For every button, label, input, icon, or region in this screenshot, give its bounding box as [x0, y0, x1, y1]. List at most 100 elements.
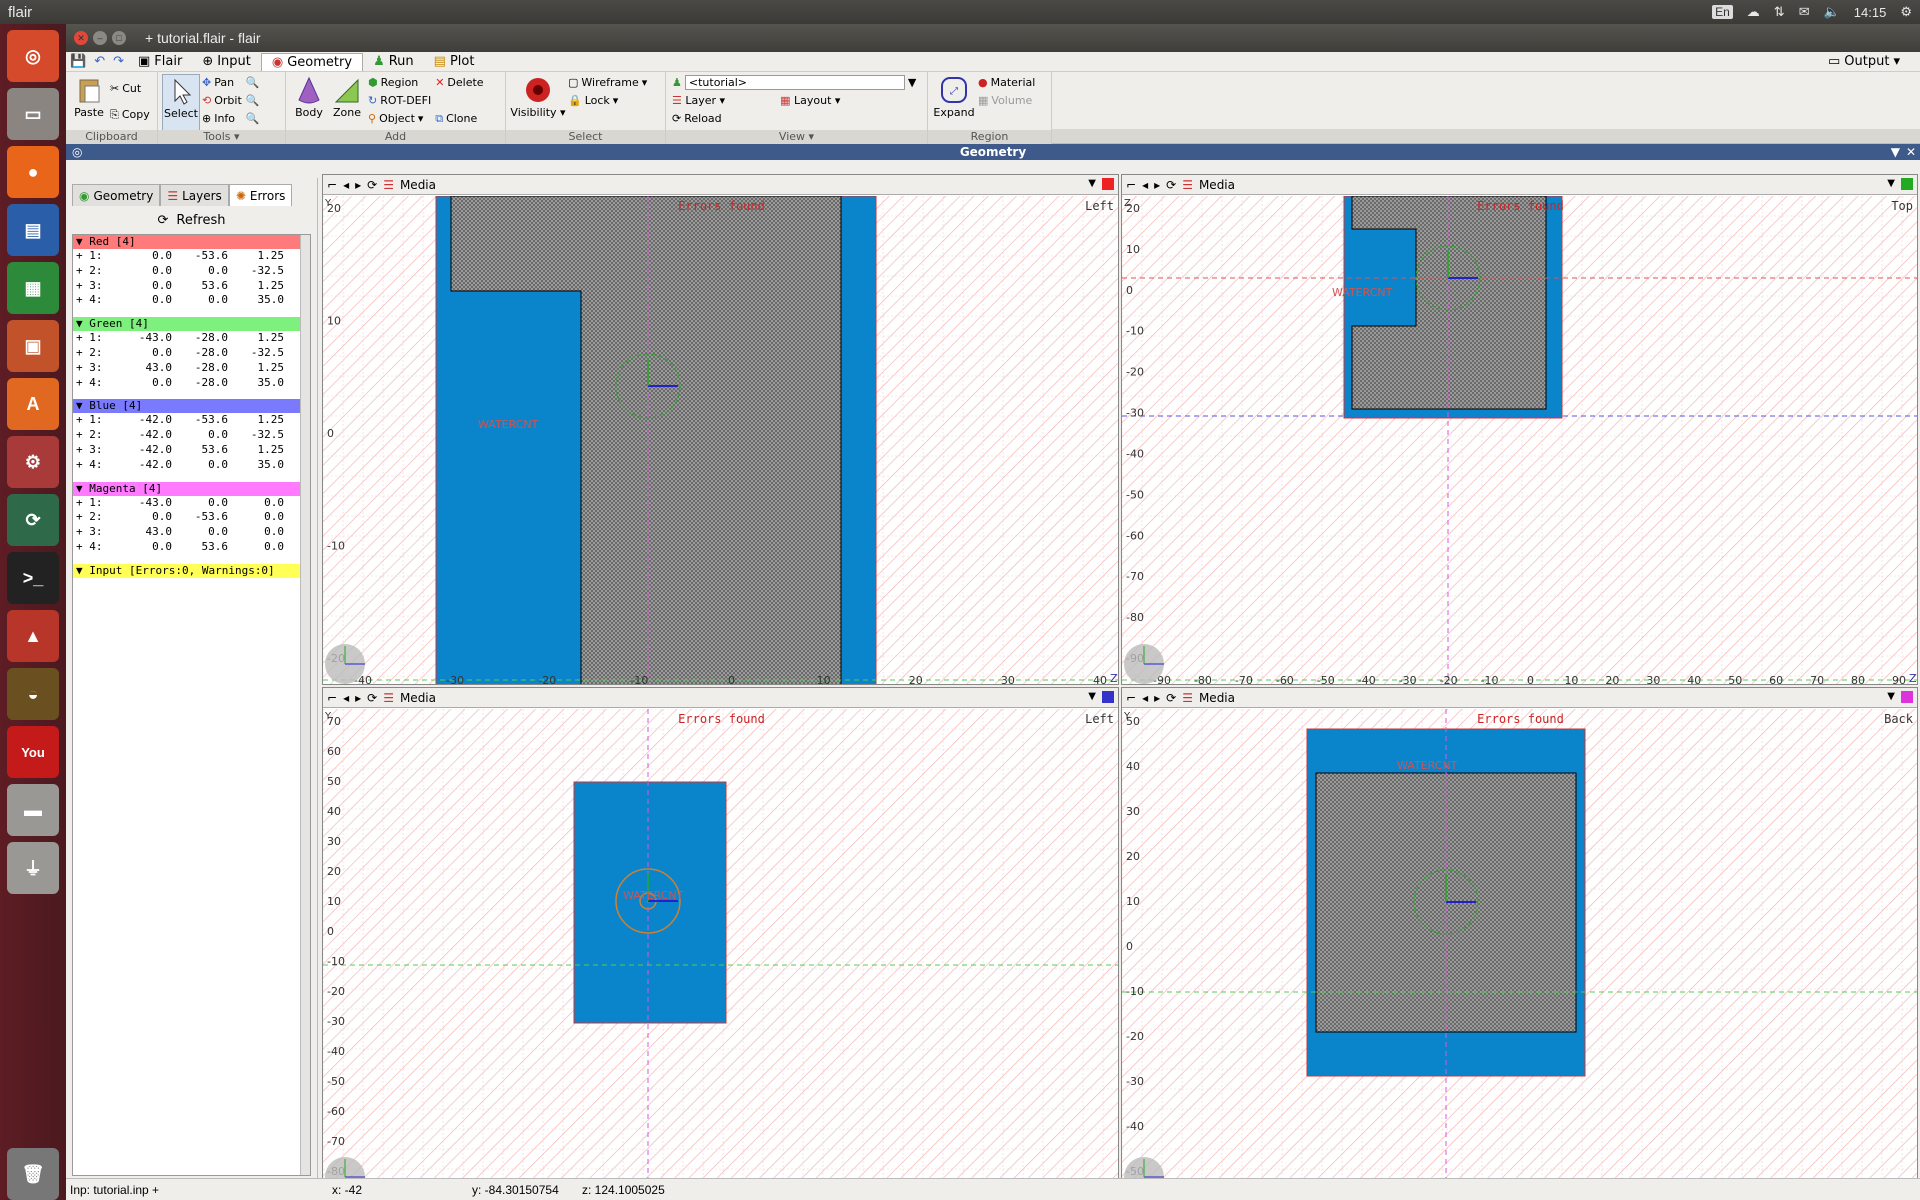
region-button[interactable]: ⬢ Region	[368, 74, 431, 91]
arrow-left-icon[interactable]: ◂	[343, 691, 349, 705]
viewport[interactable]: ⌐ ◂ ▸ ⟳ ☰ Media ▼ -90 -80 -70 -60 -50 -40 -30 -20 -10 0 1…	[1121, 174, 1918, 685]
mail-icon[interactable]: ✉	[1799, 4, 1810, 20]
error-row[interactable]: + 1: -43.0 -28.0 1.25	[73, 331, 310, 346]
zoom-out-icon[interactable]: 🔍	[246, 110, 260, 127]
expand-triangle-icon[interactable]: ▼	[76, 564, 89, 577]
error-group[interactable]: ▼ Red [4] + 1: 0.0 -53.6 1.25 + 2: 0.0 0.0 -32.5…	[73, 235, 310, 308]
terminal-icon[interactable]: >_	[7, 552, 59, 604]
arrow-right-icon[interactable]: ▸	[1154, 178, 1160, 192]
lock-button[interactable]: 🔒 Lock ▾	[568, 92, 647, 109]
wireframe-button[interactable]: ▢ Wireframe ▾	[568, 74, 647, 91]
error-row[interactable]: + 3: 43.0 -28.0 1.25	[73, 361, 310, 376]
viewport-color-flag[interactable]	[1901, 691, 1913, 703]
tab-left-layers[interactable]: ☰ Layers	[160, 184, 229, 206]
dock-icon[interactable]: ◎	[72, 144, 82, 160]
writer-icon[interactable]: ▤	[7, 204, 59, 256]
youtube-icon[interactable]: You	[7, 726, 59, 778]
updater-icon[interactable]: ⟳	[7, 494, 59, 546]
info-button[interactable]: ⊕ Info	[202, 110, 242, 127]
cut-button[interactable]: ✂ Cut	[110, 80, 150, 97]
viewport[interactable]: ⌐ ◂ ▸ ⟳ ☰ Media ▼ -40 -30 -20 -10 0 10 20 30 40 20 10 0 -10…	[322, 174, 1119, 685]
ubuntu-icon[interactable]: ◎	[7, 30, 59, 82]
error-row[interactable]: + 2: 0.0 -53.6 0.0	[73, 510, 310, 525]
tab-geometry[interactable]: ◉ Geometry	[260, 52, 364, 71]
chevron-down-icon[interactable]: ▼	[1088, 178, 1096, 189]
arrow-right-icon[interactable]: ▸	[355, 691, 361, 705]
calc-icon[interactable]: ▦	[7, 262, 59, 314]
error-group[interactable]: ▼ Green [4] + 1: -43.0 -28.0 1.25 + 2: 0.0 -28.…	[73, 317, 310, 390]
minimize-icon[interactable]: –	[93, 31, 107, 45]
expand-triangle-icon[interactable]: ▼	[76, 399, 89, 412]
error-row[interactable]: + 4: 0.0 0.0 35.0	[73, 293, 310, 308]
viewport-color-flag[interactable]	[1102, 691, 1114, 703]
error-row[interactable]: + 1: -42.0 -53.6 1.25	[73, 413, 310, 428]
redo-icon[interactable]: ↷	[109, 54, 128, 69]
axes-icon[interactable]: ⌐	[327, 691, 337, 705]
usb-icon[interactable]: ⏚	[7, 842, 59, 894]
viewport-layer-select[interactable]: Media	[1199, 691, 1235, 705]
pan-button[interactable]: ✥ Pan	[202, 74, 242, 91]
object-button[interactable]: ⚲ Object ▾	[368, 110, 431, 127]
network-icon[interactable]: ⇅	[1774, 4, 1785, 20]
tools-group-label[interactable]: Tools ▾	[158, 130, 285, 144]
error-group-header[interactable]: ▼ Input [Errors:0, Warnings:0]	[73, 563, 310, 578]
axes-icon[interactable]: ⌐	[327, 178, 337, 192]
error-row[interactable]: + 3: -42.0 53.6 1.25	[73, 443, 310, 458]
keyboard-indicator[interactable]: En	[1712, 5, 1733, 19]
error-group[interactable]: ▼ Blue [4] + 1: -42.0 -53.6 1.25 + 2: -42.0 0.0…	[73, 399, 310, 472]
delete-button[interactable]: ✕ Delete	[435, 74, 483, 91]
clone-button[interactable]: ⧉ Clone	[435, 110, 483, 127]
close-icon[interactable]: ✕	[1906, 144, 1916, 160]
orbit-button[interactable]: ⟲ Orbit	[202, 92, 242, 109]
arrow-left-icon[interactable]: ◂	[343, 178, 349, 192]
error-group-header[interactable]: ▼ Blue [4]	[73, 399, 310, 414]
tab-left-errors[interactable]: ✺ Errors	[228, 184, 293, 206]
firefox-icon[interactable]: ●	[7, 146, 59, 198]
error-group-header[interactable]: ▼ Red [4]	[73, 235, 310, 249]
refresh-icon[interactable]: ⟳	[1166, 178, 1176, 192]
software-center-icon[interactable]: A	[7, 378, 59, 430]
error-list[interactable]: ▼ Red [4] + 1: 0.0 -53.6 1.25 + 2: 0.0 0.0 -32.5…	[72, 234, 311, 1176]
error-row[interactable]: + 4: -42.0 0.0 35.0	[73, 458, 310, 473]
viewport-color-flag[interactable]	[1901, 178, 1913, 190]
error-row[interactable]: + 2: -42.0 0.0 -32.5	[73, 428, 310, 443]
error-row[interactable]: + 4: 0.0 -28.0 35.0	[73, 376, 310, 391]
volume-icon[interactable]: 🔈	[1824, 4, 1840, 20]
axes-icon[interactable]: ⌐	[1126, 691, 1136, 705]
layout-button[interactable]: ▦ Layout ▾	[780, 94, 840, 107]
viewport-color-flag[interactable]	[1102, 178, 1114, 190]
close-icon[interactable]: ✕	[74, 31, 88, 45]
viewport[interactable]: ⌐◂▸⟳☰Media▼-140-120-100-80-60-40-30-1001…	[322, 687, 1119, 1198]
geometry-canvas[interactable]: -40-30-20-1001020304020100-10-20Errors f…	[323, 195, 1119, 685]
geometry-canvas[interactable]: 9080706050403020100-10-20-30-40-50-60-70…	[1122, 708, 1918, 1198]
clock[interactable]: 14:15	[1854, 5, 1887, 20]
expand-triangle-icon[interactable]: ▼	[76, 482, 89, 495]
vertical-scrollbar[interactable]	[300, 235, 310, 1175]
matlab-icon[interactable]: ▲	[7, 610, 59, 662]
error-row[interactable]: + 2: 0.0 -28.0 -32.5	[73, 346, 310, 361]
arrow-left-icon[interactable]: ◂	[1142, 691, 1148, 705]
project-select[interactable]: ♟ <tutorial> ▼	[672, 74, 918, 91]
error-row[interactable]: + 3: 0.0 53.6 1.25	[73, 279, 310, 294]
volume-button[interactable]: ▦ Volume	[978, 92, 1035, 109]
expand-triangle-icon[interactable]: ▼	[76, 317, 89, 330]
viewport[interactable]: ⌐◂▸⟳☰Media▼9080706050403020100-10-20-30-…	[1121, 687, 1918, 1198]
expand-triangle-icon[interactable]: ▼	[76, 235, 89, 248]
refresh-icon[interactable]: ⟳	[367, 691, 377, 705]
layer-button[interactable]: ☰ Layer ▾	[672, 94, 725, 107]
zoom-icon[interactable]: 🔍	[246, 74, 260, 91]
refresh-button[interactable]: ⟳ Refresh	[72, 210, 311, 230]
refresh-icon[interactable]: ⟳	[367, 178, 377, 192]
zoom-in-icon[interactable]: 🔍	[246, 92, 260, 109]
arrow-right-icon[interactable]: ▸	[355, 178, 361, 192]
error-row[interactable]: + 1: 0.0 -53.6 1.25	[73, 249, 310, 264]
view-group-label[interactable]: View ▾	[666, 130, 927, 144]
chevron-down-icon[interactable]: ▼	[1088, 691, 1096, 702]
reload-button[interactable]: ⟳ Reload	[672, 110, 918, 127]
trash-icon[interactable]: 🗑	[7, 1148, 59, 1200]
chevron-down-icon[interactable]: ▼	[1887, 178, 1895, 189]
error-group[interactable]: ▼ Magenta [4] + 1: -43.0 0.0 0.0 + 2: 0.0 -53.6…	[73, 481, 310, 555]
save-icon[interactable]: 💾	[66, 54, 90, 69]
error-row[interactable]: + 3: 43.0 0.0 0.0	[73, 525, 310, 540]
undo-icon[interactable]: ↶	[90, 54, 109, 69]
